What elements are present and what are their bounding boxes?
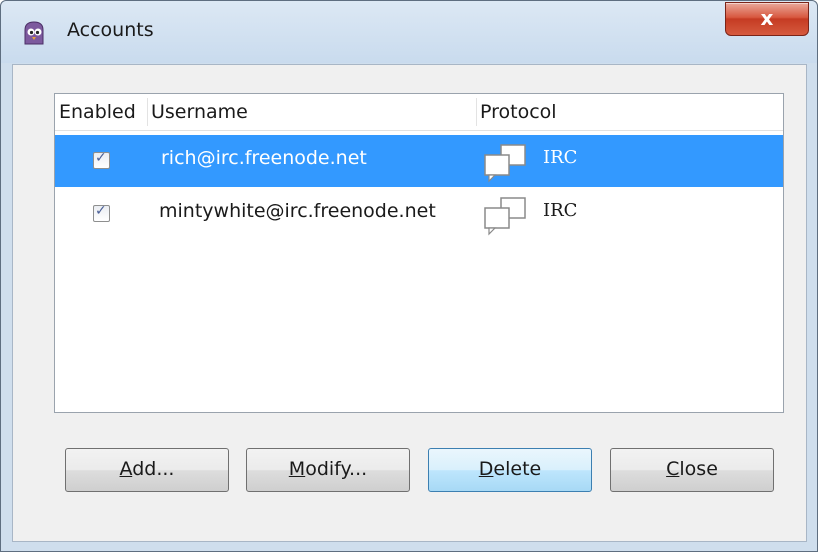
checkmark-icon: ✓: [95, 150, 107, 166]
delete-button[interactable]: Delete: [428, 448, 592, 492]
account-row[interactable]: ✓ mintywhite@irc.freenode.net IRC: [55, 188, 783, 240]
close-label: lose: [679, 458, 718, 480]
account-row[interactable]: ✓ rich@irc.freenode.net IRC: [55, 135, 783, 187]
modify-label: odify...: [305, 458, 368, 480]
account-protocol: IRC: [543, 147, 578, 168]
column-divider[interactable]: [147, 98, 148, 126]
close-icon: x: [760, 6, 774, 30]
account-username: mintywhite@irc.freenode.net: [159, 200, 436, 222]
list-header: Enabled Username Protocol: [55, 94, 783, 131]
close-mnemonic: C: [666, 458, 680, 480]
column-divider[interactable]: [476, 98, 477, 126]
window-close-button[interactable]: x: [725, 2, 809, 36]
column-header-username[interactable]: Username: [151, 94, 248, 129]
modify-button[interactable]: Modify...: [246, 448, 410, 492]
delete-mnemonic: D: [478, 458, 494, 480]
accounts-list[interactable]: Enabled Username Protocol ✓ rich@irc.fre…: [54, 93, 784, 413]
irc-chat-icon: [484, 197, 526, 236]
pidgin-icon: [24, 21, 44, 45]
add-mnemonic: A: [119, 458, 133, 480]
accounts-window: Accounts x Enabled Username Protocol ✓ r…: [0, 0, 818, 552]
add-label: dd...: [132, 458, 175, 480]
modify-mnemonic: M: [288, 458, 306, 480]
close-button[interactable]: Close: [610, 448, 774, 492]
window-title: Accounts: [67, 19, 154, 41]
dialog-body: Enabled Username Protocol ✓ rich@irc.fre…: [12, 64, 807, 542]
enabled-checkbox[interactable]: ✓: [93, 150, 110, 169]
checkmark-icon: ✓: [95, 203, 107, 219]
add-button[interactable]: Add...: [65, 448, 229, 492]
column-header-protocol[interactable]: Protocol: [480, 94, 557, 129]
enabled-checkbox[interactable]: ✓: [93, 203, 110, 222]
title-bar[interactable]: Accounts x: [1, 1, 817, 63]
delete-label: elete: [493, 458, 542, 480]
irc-chat-icon: [484, 144, 526, 183]
account-protocol: IRC: [543, 200, 578, 221]
column-header-enabled[interactable]: Enabled: [59, 94, 136, 129]
account-username: rich@irc.freenode.net: [161, 147, 367, 169]
